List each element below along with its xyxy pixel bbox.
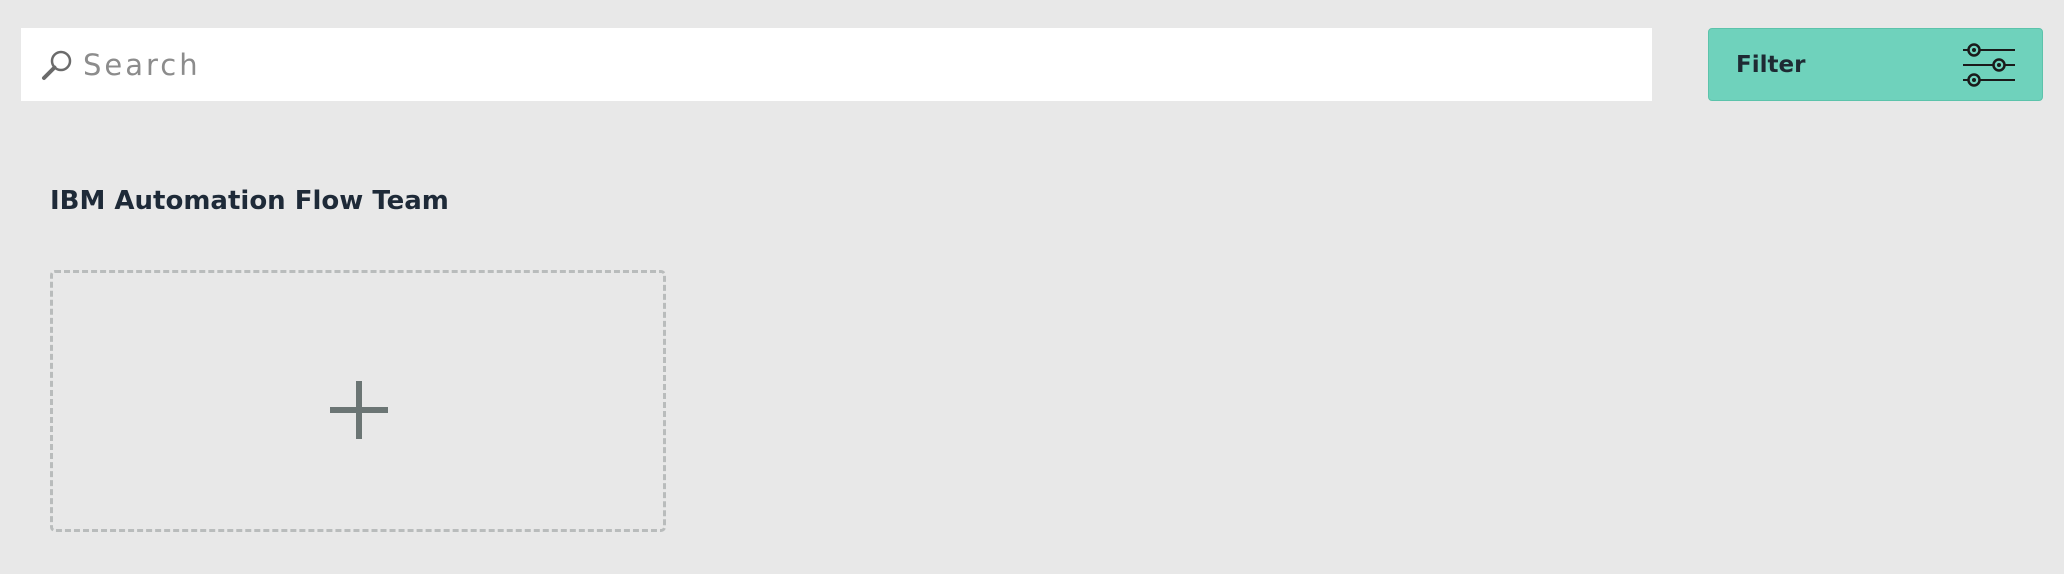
team-title: IBM Automation Flow Team <box>50 186 449 216</box>
filter-button[interactable]: Filter <box>1708 28 2043 101</box>
search-box[interactable] <box>21 28 1652 101</box>
plus-icon <box>330 381 388 439</box>
add-item-tile[interactable] <box>50 270 666 532</box>
search-icon <box>42 50 72 80</box>
filter-button-label: Filter <box>1736 52 1806 78</box>
search-input[interactable] <box>83 28 1623 101</box>
sliders-icon <box>1963 43 2015 87</box>
